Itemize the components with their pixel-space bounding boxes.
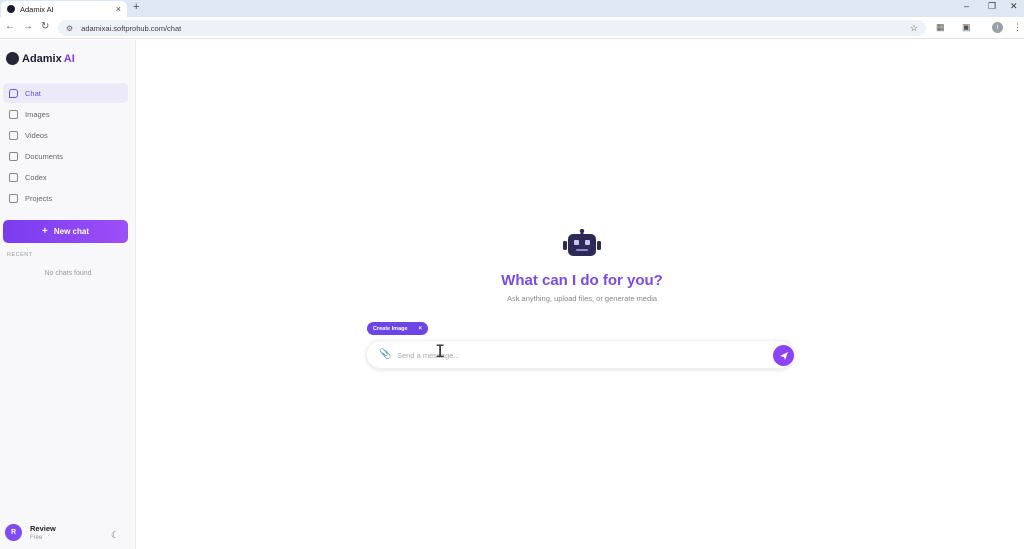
message-composer: 📎	[366, 340, 794, 369]
send-icon	[779, 351, 788, 360]
restore-icon[interactable]: ❐	[988, 1, 996, 12]
recent-heading: RECENT	[7, 252, 33, 258]
welcome-subtitle: Ask anything, upload files, or generate …	[506, 294, 658, 303]
back-icon[interactable]: ←	[5, 21, 15, 32]
profile-plan: Free	[30, 535, 43, 541]
paperclip-icon[interactable]: 📎	[379, 349, 391, 360]
sidebar-item-videos[interactable]: Videos	[3, 125, 128, 145]
app-logo[interactable]: Adamix AI	[6, 52, 75, 65]
browser-toolbar: ← → ↻ ⚙ adamixai.softprohub.com/chat ☆ ▦…	[0, 17, 1024, 39]
create-image-chip[interactable]: Create Image ×	[367, 322, 429, 335]
plus-icon: +	[42, 226, 48, 237]
favicon-icon	[7, 5, 15, 13]
logo-text: Adamix	[22, 52, 62, 65]
profile-name: Review	[30, 524, 56, 533]
text-cursor-icon: I	[435, 342, 446, 362]
robot-icon	[563, 229, 601, 256]
user-profile[interactable]: R Review Free	[5, 524, 56, 541]
reading-list-icon[interactable]: ▣	[962, 22, 971, 33]
image-icon	[9, 109, 18, 119]
sidebar-item-label: Documents	[25, 151, 63, 161]
sidebar-item-chat[interactable]: Chat	[3, 83, 128, 103]
sidebar-item-documents[interactable]: Documents	[3, 146, 128, 166]
chip-label: Create Image	[373, 325, 408, 332]
logo-mark-icon	[6, 52, 19, 65]
chat-icon	[9, 88, 18, 98]
logo-ai-text: AI	[63, 52, 75, 65]
reload-icon[interactable]: ↻	[41, 21, 49, 32]
extensions-icon[interactable]: ▦	[936, 22, 945, 33]
send-button[interactable]	[773, 345, 794, 366]
tab-title: Adamix AI	[20, 4, 54, 14]
video-icon	[9, 130, 18, 140]
sidebar: Adamix AI Chat Images Videos Documents C…	[0, 40, 136, 549]
site-settings-icon[interactable]: ⚙	[66, 24, 73, 33]
folder-icon	[9, 193, 18, 203]
address-bar[interactable]: ⚙ adamixai.softprohub.com/chat ☆	[58, 20, 926, 36]
close-window-icon[interactable]: ✕	[1010, 1, 1018, 12]
browser-menu-icon[interactable]: ⋮	[1013, 22, 1022, 33]
tab-close-button[interactable]: ×	[116, 4, 121, 14]
sidebar-item-projects[interactable]: Projects	[3, 188, 128, 208]
sidebar-item-label: Chat	[25, 88, 41, 98]
bookmark-star-icon[interactable]: ☆	[910, 23, 918, 34]
forward-icon[interactable]: →	[23, 21, 33, 32]
new-chat-label: New chat	[53, 227, 89, 236]
new-chat-button[interactable]: + New chat	[3, 220, 128, 243]
sidebar-item-label: Codex	[25, 172, 47, 182]
sidebar-item-codex[interactable]: Codex	[3, 167, 128, 187]
sidebar-item-images[interactable]: Images	[3, 104, 128, 124]
sidebar-item-label: Videos	[25, 130, 48, 140]
url-text: adamixai.softprohub.com/chat	[81, 23, 182, 33]
welcome-headline: What can I do for you?	[501, 272, 663, 289]
browser-tab[interactable]: Adamix AI ×	[1, 1, 127, 17]
avatar: R	[5, 524, 22, 541]
new-tab-button[interactable]: +	[133, 1, 139, 13]
minimize-icon[interactable]: –	[964, 1, 969, 11]
sidebar-item-label: Projects	[25, 193, 53, 203]
sidebar-item-label: Images	[25, 109, 50, 119]
message-input[interactable]	[397, 346, 757, 364]
browser-tab-strip: Adamix AI × + – ❐ ✕	[0, 0, 1024, 17]
profile-avatar[interactable]: I	[992, 22, 1003, 33]
chip-close-button[interactable]: ×	[419, 326, 423, 332]
layers-icon	[9, 172, 18, 182]
empty-chats-message: No chats found	[44, 270, 92, 277]
document-icon	[9, 151, 18, 161]
theme-toggle-moon-icon[interactable]: ☾	[111, 530, 119, 541]
